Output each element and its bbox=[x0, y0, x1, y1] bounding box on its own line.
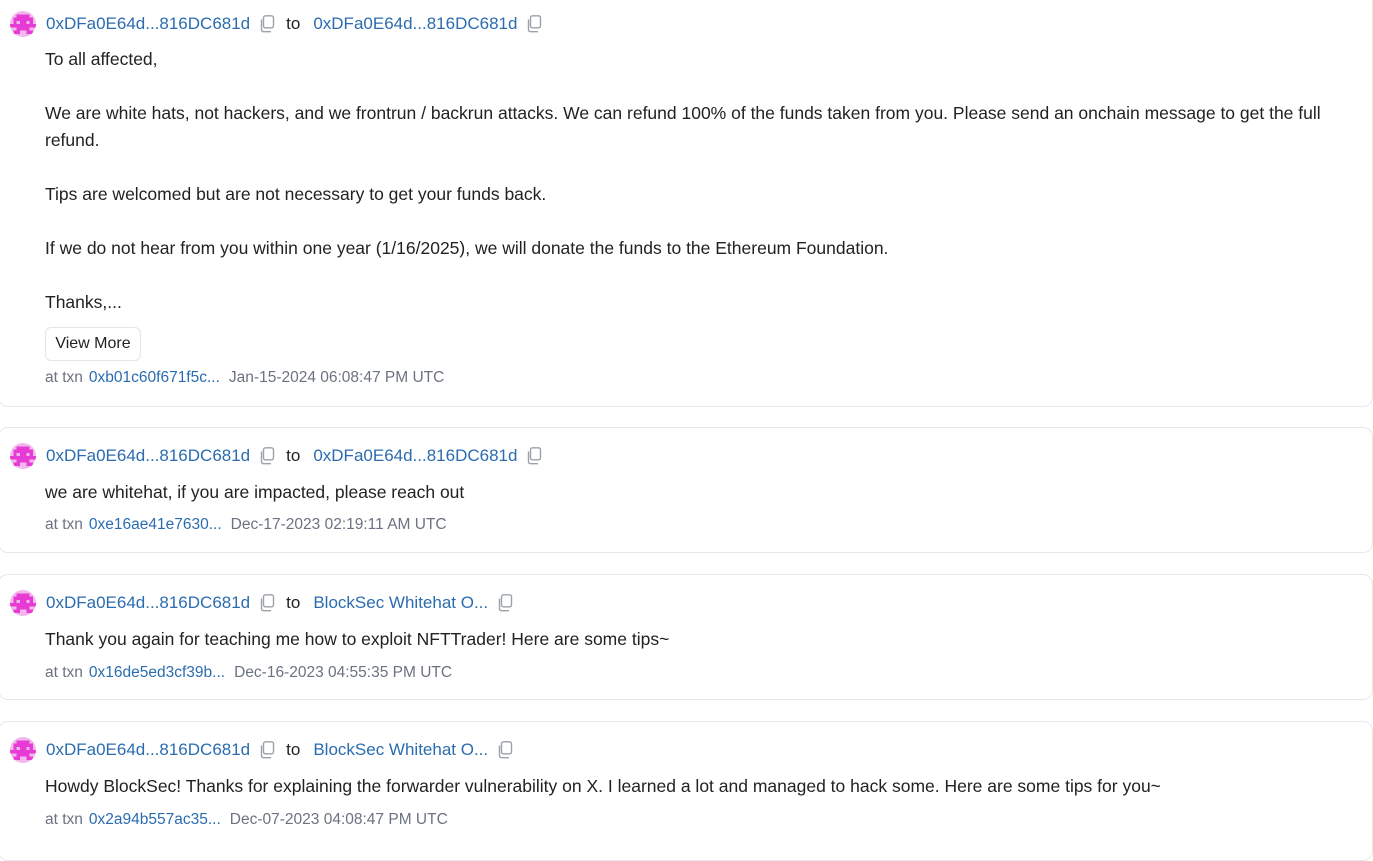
sender-address-link[interactable]: 0xDFa0E64d...816DC681d bbox=[46, 446, 250, 466]
copy-icon[interactable] bbox=[525, 447, 543, 465]
txn-hash-link[interactable]: 0xe16ae41e7630... bbox=[89, 516, 222, 533]
recipient-address-link[interactable]: 0xDFa0E64d...816DC681d bbox=[313, 14, 517, 34]
copy-icon[interactable] bbox=[496, 594, 514, 612]
pixel-avatar-icon bbox=[10, 11, 36, 37]
at-txn-label: at txn bbox=[45, 369, 83, 386]
to-label: to bbox=[286, 446, 301, 465]
timestamp: Dec-16-2023 04:55:35 PM UTC bbox=[234, 664, 453, 681]
at-txn-label: at txn bbox=[45, 811, 83, 828]
at-txn-label: at txn bbox=[45, 516, 83, 533]
timestamp: Dec-07-2023 04:08:47 PM UTC bbox=[229, 811, 448, 828]
pixel-avatar-icon bbox=[10, 590, 36, 616]
recipient-address-link[interactable]: BlockSec Whitehat O... bbox=[313, 593, 488, 613]
message-meta: at txn 0xb01c60f671f5c... Jan-15-2024 06:0… bbox=[45, 369, 444, 387]
copy-icon[interactable] bbox=[258, 741, 276, 759]
message-meta: at txn 0x16de5ed3cf39b... Dec-16-2023 04:5… bbox=[45, 664, 452, 682]
to-label: to bbox=[286, 740, 301, 759]
copy-icon[interactable] bbox=[258, 447, 276, 465]
message-meta: at txn 0xe16ae41e7630... Dec-17-2023 02:19… bbox=[45, 516, 447, 534]
message-text: we are whitehat, if you are impacted, pl… bbox=[45, 482, 465, 502]
view-more-button[interactable]: View More bbox=[45, 327, 141, 361]
timestamp: Dec-17-2023 02:19:11 AM UTC bbox=[230, 516, 447, 533]
sender-address-link[interactable]: 0xDFa0E64d...816DC681d bbox=[46, 593, 250, 613]
at-txn-label: at txn bbox=[45, 664, 83, 681]
message-text: Thank you again for teaching me how to e… bbox=[45, 629, 670, 649]
message-header: 0xDFa0E64d...816DC681d to BlockSec White… bbox=[10, 737, 524, 763]
pixel-avatar-icon bbox=[10, 443, 36, 469]
message-meta: at txn 0x2a94b557ac35... Dec-07-2023 04:08… bbox=[45, 811, 448, 829]
copy-icon[interactable] bbox=[258, 15, 276, 33]
message-text: To all affected, We are white hats, not … bbox=[45, 49, 1321, 312]
recipient-address-link[interactable]: BlockSec Whitehat O... bbox=[313, 740, 488, 760]
txn-hash-link[interactable]: 0x16de5ed3cf39b... bbox=[89, 664, 225, 681]
to-label: to bbox=[286, 593, 301, 612]
to-label: to bbox=[286, 14, 301, 33]
sender-address-link[interactable]: 0xDFa0E64d...816DC681d bbox=[46, 740, 250, 760]
pixel-avatar-icon bbox=[10, 737, 36, 763]
recipient-address-link[interactable]: 0xDFa0E64d...816DC681d bbox=[313, 446, 517, 466]
sender-address-link[interactable]: 0xDFa0E64d...816DC681d bbox=[46, 14, 250, 34]
message-header: 0xDFa0E64d...816DC681d to BlockSec White… bbox=[10, 590, 524, 616]
txn-hash-link[interactable]: 0xb01c60f671f5c... bbox=[89, 369, 220, 386]
copy-icon[interactable] bbox=[525, 15, 543, 33]
message-header: 0xDFa0E64d...816DC681d to 0xDFa0E64d...8… bbox=[10, 443, 553, 469]
txn-hash-link[interactable]: 0x2a94b557ac35... bbox=[89, 811, 221, 828]
timestamp: Jan-15-2024 06:08:47 PM UTC bbox=[228, 369, 445, 386]
copy-icon[interactable] bbox=[496, 741, 514, 759]
message-header: 0xDFa0E64d...816DC681d to 0xDFa0E64d...8… bbox=[10, 11, 553, 37]
copy-icon[interactable] bbox=[258, 594, 276, 612]
message-text: Howdy BlockSec! Thanks for explaining th… bbox=[45, 776, 1161, 796]
